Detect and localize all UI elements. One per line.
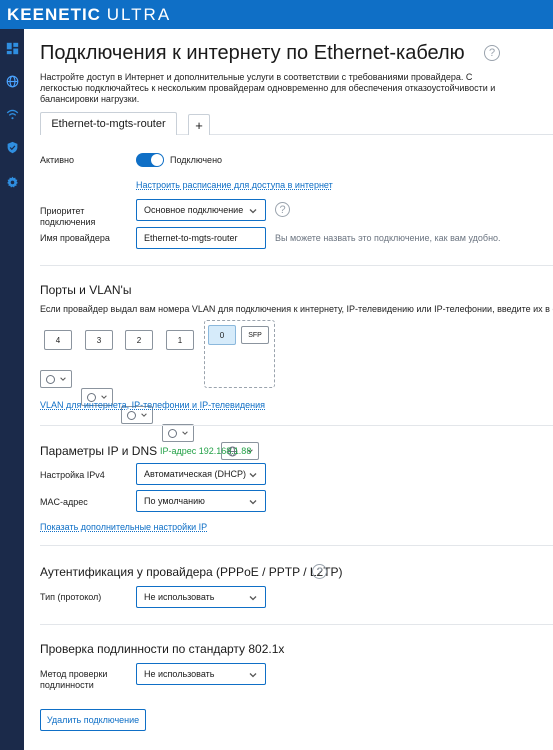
auth-help-icon[interactable]: ? bbox=[312, 564, 327, 579]
ipv4-value: Автоматическая (DHCP) bbox=[144, 469, 246, 479]
ipv4-select[interactable]: Автоматическая (DHCP) bbox=[136, 463, 266, 485]
mac-select[interactable]: По умолчанию bbox=[136, 490, 266, 512]
chevron-down-icon bbox=[249, 473, 257, 478]
wan-port[interactable]: 0 bbox=[208, 325, 236, 345]
brand-logo[interactable]: KEENETIC ULTRA bbox=[7, 5, 171, 25]
ports-title: Порты и VLAN'ы bbox=[40, 283, 132, 297]
lan-port-4: 4 bbox=[44, 330, 72, 350]
chevron-down-icon bbox=[249, 596, 257, 601]
sidebar bbox=[0, 29, 24, 750]
chevron-down-icon bbox=[249, 209, 257, 214]
tab-connection[interactable]: Ethernet-to-mgts-router bbox=[40, 112, 177, 135]
provider-label: Имя провайдера bbox=[40, 233, 110, 243]
ip-title: Параметры IP и DNS bbox=[40, 444, 158, 458]
gear-icon[interactable] bbox=[4, 174, 20, 190]
provider-name-input[interactable]: Ethernet-to-mgts-router bbox=[136, 227, 266, 249]
page-description: Настройте доступ в Интернет и дополнител… bbox=[40, 72, 496, 104]
ip-address-text: IP-адрес 192.168.1.88 bbox=[160, 446, 252, 456]
lan-port-3: 3 bbox=[85, 330, 113, 350]
method-select[interactable]: Не использовать bbox=[136, 663, 266, 685]
mac-label: MAC-адрес bbox=[40, 497, 88, 507]
lan-port-1: 1 bbox=[166, 330, 194, 350]
protocol-value: Не использовать bbox=[144, 592, 215, 602]
sfp-port[interactable]: SFP bbox=[241, 326, 269, 344]
divider bbox=[40, 265, 553, 266]
vlan-link[interactable]: VLAN для интернета, IP-телефонии и IP-те… bbox=[40, 400, 265, 410]
divider bbox=[40, 624, 553, 625]
wifi-icon[interactable] bbox=[4, 106, 20, 122]
port-label: 2 bbox=[125, 330, 153, 350]
priority-value: Основное подключение bbox=[144, 205, 244, 215]
page-title: Подключения к интернету по Ethernet-кабе… bbox=[40, 42, 465, 64]
brand-name: KEENETIC bbox=[7, 5, 101, 24]
ports-description: Если провайдер выдал вам номера VLAN для… bbox=[40, 304, 553, 314]
delete-connection-button[interactable]: Удалить подключение bbox=[40, 709, 146, 731]
top-bar: KEENETIC ULTRA bbox=[0, 0, 553, 29]
priority-label: Приоритет подключения bbox=[40, 206, 96, 227]
protocol-select[interactable]: Не использовать bbox=[136, 586, 266, 608]
provider-hint: Вы можете назвать это подключение, как в… bbox=[275, 233, 501, 243]
active-label: Активно bbox=[40, 155, 74, 165]
ipv4-label: Настройка IPv4 bbox=[40, 470, 105, 480]
auth-title: Аутентификация у провайдера (PPPoE / PPT… bbox=[40, 565, 343, 579]
globe-icon[interactable] bbox=[4, 73, 20, 89]
dot1x-title: Проверка подлинности по стандарту 802.1x bbox=[40, 642, 285, 656]
mac-value: По умолчанию bbox=[144, 496, 205, 506]
lan-port-2: 2 bbox=[125, 330, 153, 350]
shield-icon[interactable] bbox=[4, 139, 20, 155]
port-label: 1 bbox=[166, 330, 194, 350]
method-value: Не использовать bbox=[144, 669, 215, 679]
schedule-link[interactable]: Настроить расписание для доступа в интер… bbox=[136, 180, 333, 190]
dashboard-icon[interactable] bbox=[4, 40, 20, 56]
priority-select[interactable]: Основное подключение bbox=[136, 199, 266, 221]
chevron-down-icon bbox=[249, 500, 257, 505]
port-label: 3 bbox=[85, 330, 113, 350]
brand-model: ULTRA bbox=[106, 5, 172, 24]
port-label: 4 bbox=[44, 330, 72, 350]
divider bbox=[40, 545, 553, 546]
port-4-vlan-select[interactable] bbox=[40, 370, 72, 388]
chevron-down-icon bbox=[249, 673, 257, 678]
tab-add[interactable]: + bbox=[188, 114, 210, 135]
help-icon[interactable]: ? bbox=[484, 45, 500, 61]
active-toggle[interactable] bbox=[136, 153, 164, 167]
port-1-vlan-select[interactable] bbox=[162, 424, 194, 442]
protocol-label: Тип (протокол) bbox=[40, 592, 102, 602]
divider bbox=[40, 425, 553, 426]
more-ip-settings-link[interactable]: Показать дополнительные настройки IP bbox=[40, 522, 207, 532]
priority-help-icon[interactable]: ? bbox=[275, 202, 290, 217]
main-content: Подключения к интернету по Ethernet-кабе… bbox=[24, 29, 553, 750]
active-state: Подключено bbox=[170, 155, 223, 165]
method-label: Метод проверки подлинности bbox=[40, 669, 108, 690]
